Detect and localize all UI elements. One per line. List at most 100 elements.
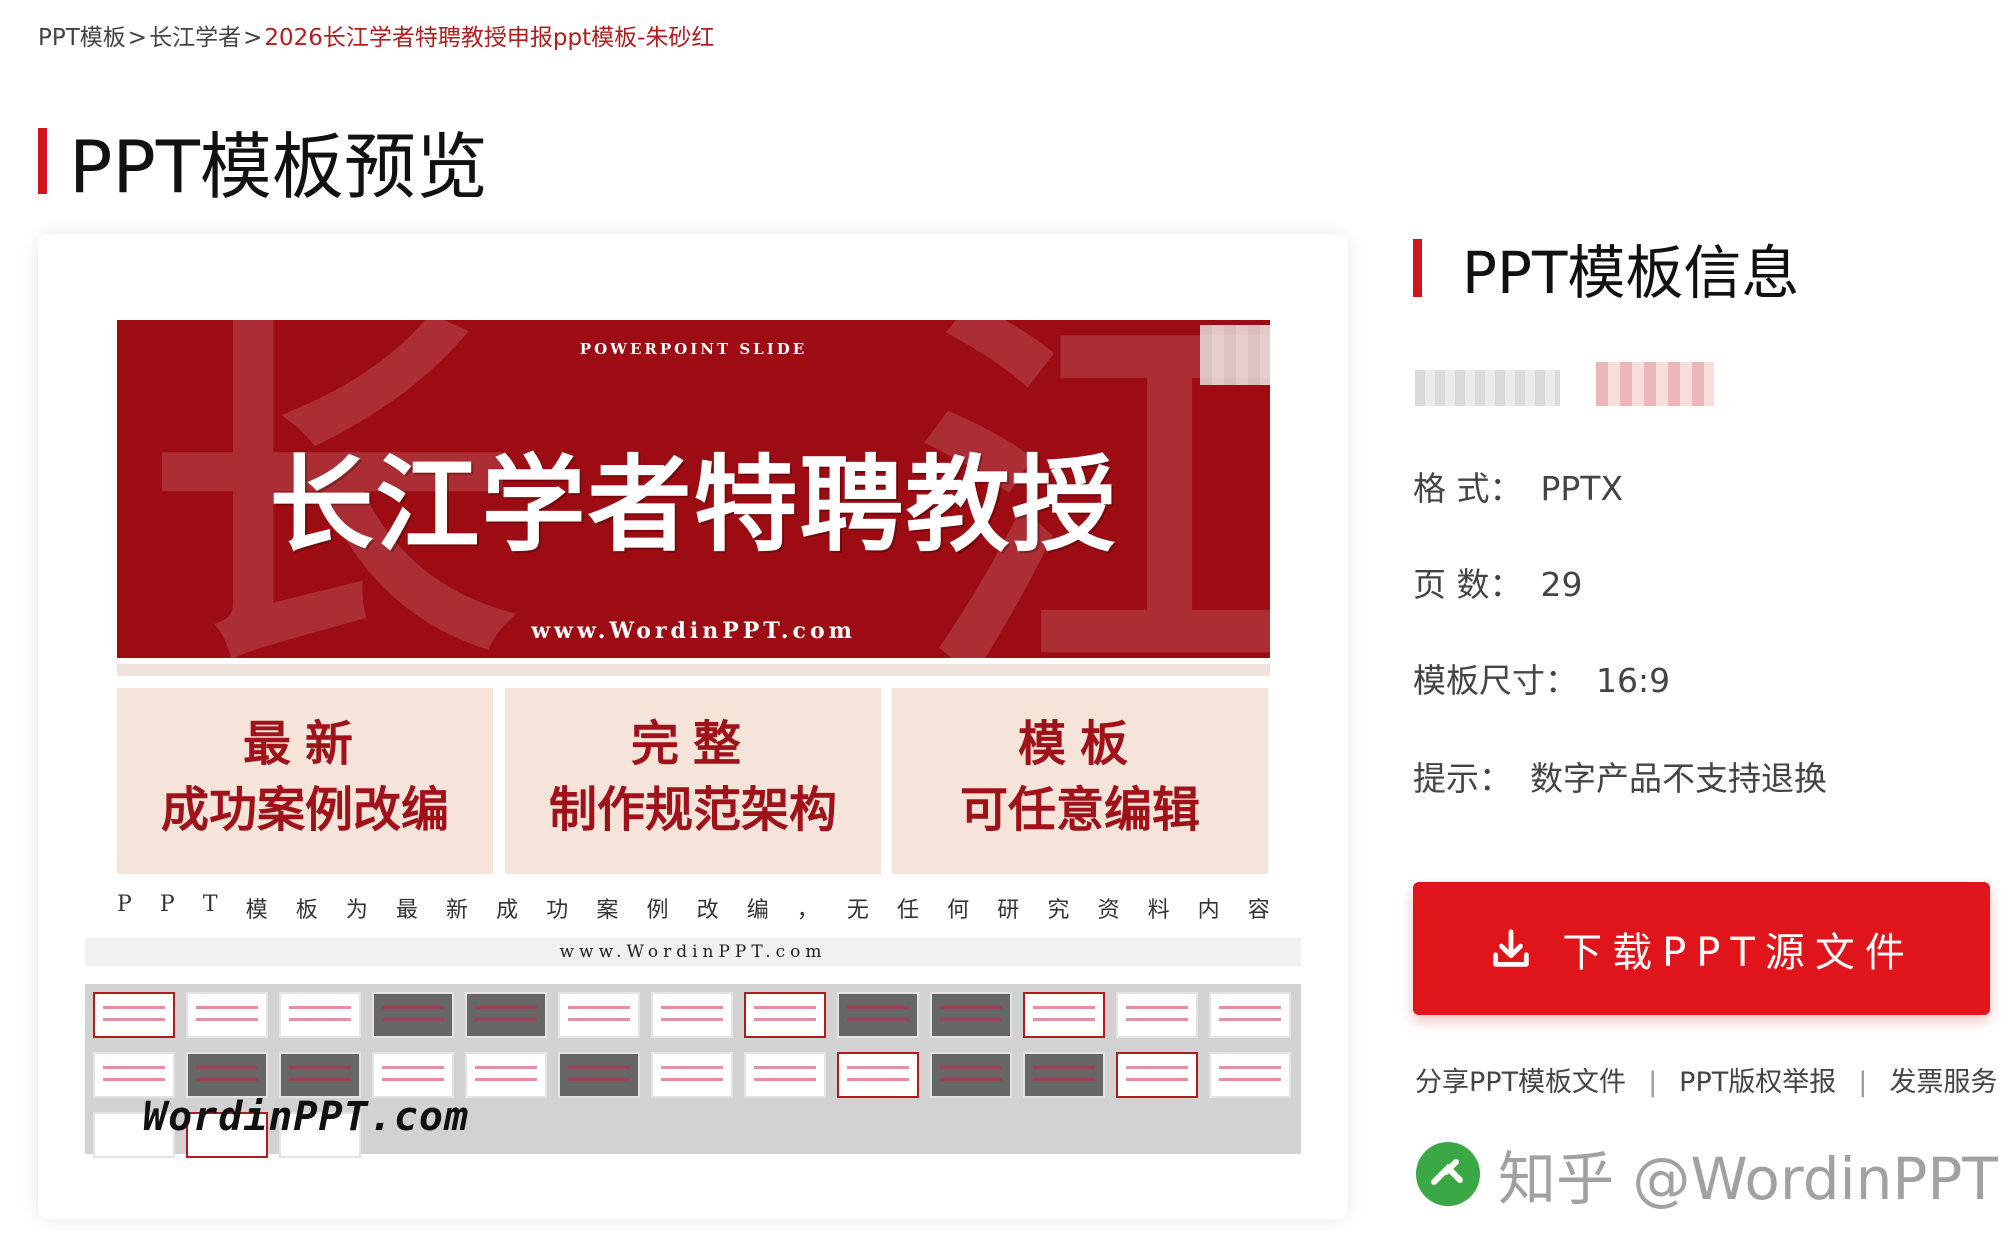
slide-thumbnail[interactable] bbox=[930, 992, 1012, 1038]
slide-thumbnail[interactable] bbox=[279, 992, 361, 1038]
slide-thumbnail[interactable] bbox=[558, 1052, 640, 1098]
thumbnail-line bbox=[568, 1066, 630, 1069]
thumbnail-line bbox=[103, 1018, 165, 1021]
description-char: 成 bbox=[496, 898, 519, 923]
thumbnail-line bbox=[196, 1066, 258, 1069]
description-char: 料 bbox=[1147, 898, 1170, 923]
thumbnail-line bbox=[1033, 1006, 1095, 1009]
slide-thumbnail[interactable] bbox=[1023, 992, 1105, 1038]
slide-thumbnail[interactable] bbox=[93, 1052, 175, 1098]
description-char: 研 bbox=[997, 898, 1020, 923]
thumbnail-line bbox=[103, 1006, 165, 1009]
thumbnail-line bbox=[1033, 1018, 1095, 1021]
thumbnail-line bbox=[475, 1006, 537, 1009]
thumbnail-line bbox=[103, 1078, 165, 1081]
thumbnail-line bbox=[289, 1066, 351, 1069]
info-value: PPTX bbox=[1540, 469, 1624, 508]
slide-thumbnail[interactable] bbox=[1209, 1052, 1291, 1098]
info-row-pages: 页 数： 29 bbox=[1413, 558, 1583, 606]
slide-thumbnail[interactable] bbox=[1023, 1052, 1105, 1098]
description-char: P bbox=[159, 892, 175, 917]
description-char: 板 bbox=[295, 898, 318, 923]
thumbnail-watermark: WordinPPT.com bbox=[143, 1094, 470, 1140]
blurred-price bbox=[1596, 362, 1714, 406]
blurred-label bbox=[1415, 370, 1560, 406]
slide-thumbnail[interactable] bbox=[837, 1052, 919, 1098]
thumbnail-line bbox=[382, 1078, 444, 1081]
feature-card-complete: 完整 制作规范架构 bbox=[505, 688, 881, 874]
thumbnail-line bbox=[1219, 1006, 1281, 1009]
thumbnail-strip: WordinPPT.com bbox=[85, 984, 1301, 1158]
thumbnail-line bbox=[1126, 1006, 1188, 1009]
description-char: T bbox=[202, 892, 218, 917]
description-char: 案 bbox=[596, 898, 619, 923]
thumbnail-line bbox=[754, 1078, 816, 1081]
thumbnail-line bbox=[475, 1018, 537, 1021]
thumbnail-line bbox=[847, 1018, 909, 1021]
feature-heading: 模板 bbox=[1017, 716, 1142, 772]
info-value: 29 bbox=[1540, 565, 1583, 604]
thumbnail-line bbox=[1126, 1078, 1188, 1081]
thumbnail-line bbox=[847, 1006, 909, 1009]
slide-thumbnail[interactable] bbox=[651, 992, 733, 1038]
thumbnail-line bbox=[661, 1066, 723, 1069]
slide-thumbnail[interactable] bbox=[93, 992, 175, 1038]
slide-thumbnail[interactable] bbox=[1116, 1052, 1198, 1098]
slide-thumbnail[interactable] bbox=[744, 992, 826, 1038]
copyright-report-link[interactable]: PPT版权举报 bbox=[1679, 1067, 1836, 1098]
info-value: 16:9 bbox=[1596, 661, 1671, 700]
slide-thumbnail[interactable] bbox=[372, 1052, 454, 1098]
thumbnail-line bbox=[661, 1078, 723, 1081]
info-label: 模板尺寸： bbox=[1413, 661, 1578, 700]
thumbnail-line bbox=[196, 1018, 258, 1021]
slide-thumbnail[interactable] bbox=[465, 1052, 547, 1098]
thumbnail-line bbox=[103, 1066, 165, 1069]
slide-thumbnail[interactable] bbox=[465, 992, 547, 1038]
description-char: 模 bbox=[245, 898, 268, 923]
thumbnail-line bbox=[754, 1066, 816, 1069]
thumbnail-line bbox=[1219, 1078, 1281, 1081]
slide-thumbnail[interactable] bbox=[744, 1052, 826, 1098]
slide-thumbnail[interactable] bbox=[930, 1052, 1012, 1098]
slide-cover-image[interactable]: 长 江 POWERPOINT SLIDE 长江学者特聘教授 www.Wordin… bbox=[117, 320, 1270, 658]
thumbnail-line bbox=[475, 1078, 537, 1081]
share-template-link[interactable]: 分享PPT模板文件 bbox=[1415, 1067, 1626, 1098]
slide-thumbnail[interactable] bbox=[186, 1052, 268, 1098]
thumbnail-line bbox=[1033, 1066, 1095, 1069]
info-heading: PPT模板信息 bbox=[1413, 226, 1799, 310]
slide-thumbnail[interactable] bbox=[651, 1052, 733, 1098]
heading-accent-bar bbox=[38, 127, 47, 194]
slide-thumbnail[interactable] bbox=[837, 992, 919, 1038]
breadcrumb-separator: > bbox=[243, 25, 263, 51]
breadcrumb-item-ppt-templates[interactable]: PPT模板 bbox=[38, 25, 126, 51]
slide-thumbnail[interactable] bbox=[279, 1052, 361, 1098]
slide-thumbnail[interactable] bbox=[558, 992, 640, 1038]
description-char: 容 bbox=[1247, 898, 1270, 923]
description-char: P bbox=[117, 892, 132, 917]
thumbnail-line bbox=[382, 1066, 444, 1069]
breadcrumb-item-changjiang[interactable]: 长江学者 bbox=[149, 25, 241, 51]
invoice-service-link[interactable]: 发票服务 bbox=[1889, 1067, 1997, 1098]
slide-thumbnail[interactable] bbox=[1209, 992, 1291, 1038]
heading-accent-bar bbox=[1413, 239, 1422, 297]
slide-main-title: 长江学者特聘教授 bbox=[269, 443, 1118, 566]
breadcrumb: PPT模板>长江学者>2026长江学者特聘教授申报ppt模板-朱砂红 bbox=[38, 18, 714, 52]
blurred-overlay bbox=[1200, 325, 1270, 385]
breadcrumb-current: 2026长江学者特聘教授申报ppt模板-朱砂红 bbox=[264, 25, 715, 51]
slide-thumbnail[interactable] bbox=[186, 992, 268, 1038]
info-value: 数字产品不支持退换 bbox=[1530, 759, 1827, 798]
slide-thumbnail[interactable] bbox=[372, 992, 454, 1038]
thumbnail-line bbox=[847, 1078, 909, 1081]
slide-subtitle: POWERPOINT SLIDE bbox=[579, 340, 808, 358]
zhihu-watermark-text: 知乎 @WordinPPT bbox=[1498, 1145, 1998, 1213]
thumbnail-line bbox=[940, 1066, 1002, 1069]
download-button[interactable]: 下载PPT源文件 bbox=[1413, 882, 1990, 1015]
description-char: 为 bbox=[345, 898, 368, 923]
description-char: 何 bbox=[947, 898, 970, 923]
info-links: 分享PPT模板文件 | PPT版权举报 | 发票服务 bbox=[1415, 1060, 1997, 1099]
slide-thumbnail[interactable] bbox=[1116, 992, 1198, 1038]
thumbnail-line bbox=[847, 1066, 909, 1069]
zhihu-logo-icon bbox=[1416, 1142, 1480, 1206]
description-char: 资 bbox=[1097, 898, 1120, 923]
thumbnail-line bbox=[940, 1018, 1002, 1021]
